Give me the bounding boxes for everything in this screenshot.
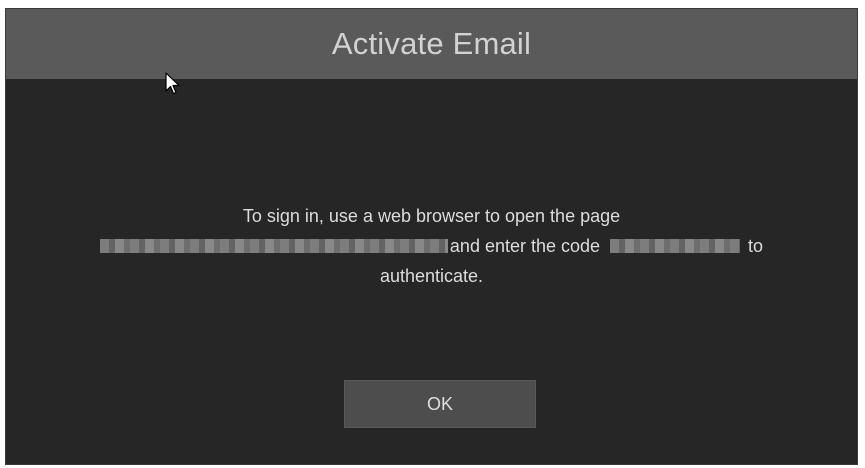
redacted-url: [99, 239, 448, 253]
message-line-3: authenticate.: [379, 266, 484, 286]
dialog-title: Activate Email: [331, 26, 532, 61]
dialog-title-bar: Activate Email: [6, 9, 857, 79]
message-to-text: to: [748, 236, 764, 256]
mouse-pointer-icon: [165, 72, 180, 95]
dialog-message: To sign in, use a web browser to open th…: [66, 201, 797, 291]
message-line-1: To sign in, use a web browser to open th…: [242, 206, 621, 226]
ok-button[interactable]: OK: [344, 380, 536, 428]
activate-email-dialog: Activate Email To sign in, use a web bro…: [5, 8, 858, 465]
message-line-2: and enter the code to: [66, 231, 797, 261]
message-enter-code-text: and enter the code: [449, 236, 601, 256]
redacted-code: [610, 239, 741, 253]
